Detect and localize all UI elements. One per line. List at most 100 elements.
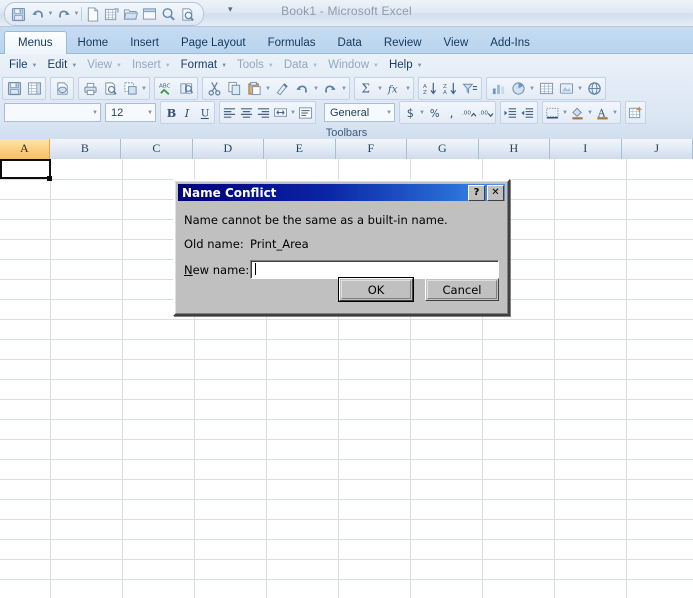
font-color-icon[interactable]: A (594, 103, 611, 122)
currency-icon[interactable]: $ (401, 103, 418, 122)
decrease-decimal-icon[interactable]: .00 (477, 103, 494, 122)
chevron-down-icon[interactable]: ▼ (140, 79, 148, 98)
tab-add-ins[interactable]: Add-Ins (479, 33, 541, 54)
save-icon[interactable] (4, 79, 24, 98)
tab-data[interactable]: Data (327, 33, 373, 54)
chevron-down-icon[interactable]: ▼ (586, 103, 594, 122)
spelling-icon[interactable]: ABC (156, 79, 176, 98)
format-painter-icon[interactable] (272, 79, 292, 98)
number-format-combo[interactable]: General ▼ (324, 103, 395, 122)
column-header-g[interactable]: G (407, 139, 479, 159)
underline-icon[interactable]: U (196, 103, 213, 122)
sort-ascending-icon[interactable]: AZ (420, 79, 440, 98)
filter-icon[interactable] (460, 79, 480, 98)
tab-home[interactable]: Home (67, 33, 120, 54)
chevron-down-icon[interactable]: ▼ (576, 79, 584, 98)
column-header-d[interactable]: D (192, 139, 265, 159)
tab-insert[interactable]: Insert (119, 33, 170, 54)
permission-icon[interactable] (52, 79, 72, 98)
menu-view[interactable]: View ▼ (82, 56, 127, 75)
new-name-input[interactable] (250, 260, 499, 279)
research-icon[interactable] (176, 79, 196, 98)
undo-icon[interactable] (292, 79, 312, 98)
menu-file[interactable]: File ▼ (4, 56, 42, 75)
borders-icon[interactable] (544, 103, 561, 122)
menu-window[interactable]: Window ▼ (323, 56, 384, 75)
tab-view[interactable]: View (433, 33, 480, 54)
column-header-b[interactable]: B (49, 139, 122, 159)
fill-color-icon[interactable] (569, 103, 586, 122)
insert-table-icon[interactable] (536, 79, 556, 98)
column-header-e[interactable]: E (264, 139, 336, 159)
tab-formulas[interactable]: Formulas (257, 33, 327, 54)
chevron-down-icon[interactable]: ▼ (561, 103, 569, 122)
column-header-c[interactable]: C (121, 139, 193, 159)
save-as-icon[interactable] (24, 79, 44, 98)
menu-format[interactable]: Format ▼ (176, 56, 232, 75)
wrap-text-icon[interactable] (297, 103, 314, 122)
menu-edit[interactable]: Edit ▼ (42, 56, 82, 75)
drawing-icon[interactable] (556, 79, 576, 98)
tab-menus[interactable]: Menus (4, 31, 67, 54)
pivot-chart-icon[interactable] (508, 79, 528, 98)
print-area-icon[interactable] (120, 79, 140, 98)
menu-insert[interactable]: Insert ▼ (127, 56, 176, 75)
chevron-down-icon[interactable]: ▼ (404, 79, 412, 98)
chevron-down-icon[interactable]: ▼ (528, 79, 536, 98)
sort-descending-icon[interactable]: ZA (440, 79, 460, 98)
align-center-icon[interactable] (238, 103, 255, 122)
font-name-combo[interactable]: ▼ (4, 103, 101, 122)
insert-function-icon[interactable]: fx (384, 79, 404, 98)
tab-page-layout[interactable]: Page Layout (170, 33, 257, 54)
chevron-down-icon[interactable]: ▼ (289, 103, 297, 122)
print-preview-icon[interactable] (100, 79, 120, 98)
cut-icon[interactable] (204, 79, 224, 98)
align-right-icon[interactable] (255, 103, 272, 122)
close-icon[interactable]: ✕ (487, 185, 504, 201)
column-header-f[interactable]: F (335, 139, 408, 159)
menu-tools[interactable]: Tools ▼ (232, 56, 279, 75)
fill-handle[interactable] (47, 176, 52, 181)
insert-cells-icon[interactable] (627, 103, 644, 122)
align-left-icon[interactable] (221, 103, 238, 122)
name-conflict-dialog[interactable]: Name Conflict ? ✕ Name cannot be the sam… (173, 179, 510, 316)
column-header-i[interactable]: I (550, 139, 622, 159)
ok-button[interactable]: OK (338, 277, 414, 302)
hyperlink-icon[interactable] (584, 79, 604, 98)
dialog-title-bar[interactable]: Name Conflict ? ✕ (178, 184, 505, 201)
paste-icon[interactable] (244, 79, 264, 98)
chart-icon[interactable] (488, 79, 508, 98)
column-header-h[interactable]: H (478, 139, 551, 159)
copy-icon[interactable] (224, 79, 244, 98)
merge-cells-icon[interactable] (272, 103, 289, 122)
chevron-down-icon[interactable]: ▼ (312, 79, 320, 98)
increase-indent-icon[interactable] (502, 103, 519, 122)
print-icon[interactable] (80, 79, 100, 98)
menu-help[interactable]: Help ▼ (384, 56, 428, 75)
chevron-down-icon[interactable]: ▼ (340, 79, 348, 98)
chevron-down-icon[interactable]: ▼ (418, 103, 426, 122)
italic-icon[interactable]: I (179, 103, 196, 122)
percent-icon[interactable]: % (426, 103, 443, 122)
svg-text:ABC: ABC (159, 84, 171, 90)
menu-data[interactable]: Data ▼ (279, 56, 323, 75)
number-format-value: General (330, 106, 370, 119)
help-button[interactable]: ? (468, 185, 485, 201)
decrease-indent-icon[interactable] (519, 103, 536, 122)
chevron-down-icon[interactable]: ▼ (376, 79, 384, 98)
comma-style-icon[interactable]: , (443, 103, 460, 122)
cancel-button[interactable]: Cancel (425, 278, 499, 301)
selected-cell-a1[interactable] (0, 159, 51, 179)
chevron-down-icon[interactable]: ▼ (611, 103, 619, 122)
menu-file-label: File (9, 59, 28, 71)
column-header-a[interactable]: A (0, 139, 50, 159)
redo-icon[interactable] (320, 79, 340, 98)
chevron-down-icon[interactable]: ▼ (264, 79, 272, 98)
grid-row-line (0, 359, 693, 360)
increase-decimal-icon[interactable]: .00 (460, 103, 477, 122)
font-size-combo[interactable]: 12 ▼ (105, 103, 156, 122)
tab-review[interactable]: Review (373, 33, 433, 54)
bold-icon[interactable]: B (162, 103, 179, 122)
autosum-icon[interactable]: Σ (356, 79, 376, 98)
column-header-j[interactable]: J (621, 139, 693, 159)
